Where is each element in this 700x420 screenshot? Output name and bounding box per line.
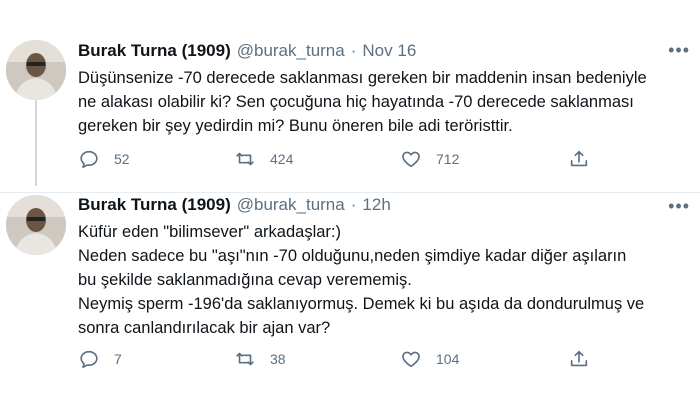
like-button[interactable]: 712 — [400, 148, 459, 170]
tweet-header: Burak Turna (1909) @burak_turna · Nov 16 — [78, 40, 416, 62]
tweet-text-line: Neymiş sperm -196'da saklanıyormuş. Deme… — [78, 295, 645, 313]
reply-button[interactable]: 7 — [78, 348, 122, 370]
author-name[interactable]: Burak Turna (1909) — [78, 41, 231, 61]
heart-icon — [402, 351, 420, 368]
tweet-text-line: Düşünsenize -70 derecede saklanması gere… — [78, 69, 647, 87]
retweet-count: 38 — [270, 351, 286, 367]
reply-count: 7 — [114, 351, 122, 367]
tweet-text-line: ne alakası olabilir ki? Sen çocuğuna hiç… — [78, 93, 634, 111]
tweet-text: Düşünsenize -70 derecede saklanması gere… — [78, 66, 690, 138]
retweet-count: 424 — [270, 151, 294, 167]
separator: · — [350, 41, 357, 60]
more-icon[interactable]: ••• — [668, 196, 690, 217]
tweet-text: Küfür eden "bilimsever" arkadaşlar:) Ned… — [78, 220, 690, 340]
tweet[interactable]: Burak Turna (1909) @burak_turna · Nov 16… — [0, 0, 700, 193]
more-icon[interactable]: ••• — [668, 40, 690, 61]
tweet-header: Burak Turna (1909) @burak_turna · 12h — [78, 194, 391, 216]
reply-button[interactable]: 52 — [78, 148, 130, 170]
tweet-text-line: bu şekilde saklanmadığına cevap verememi… — [78, 271, 412, 289]
retweet-button[interactable]: 424 — [234, 148, 293, 170]
tweet-text-line: gereken bir şey yedirdin mi? Bunu öneren… — [78, 117, 513, 135]
reply-icon — [80, 150, 98, 169]
avatar[interactable] — [6, 195, 66, 255]
retweet-button[interactable]: 38 — [234, 348, 286, 370]
share-icon — [570, 350, 588, 367]
share-button[interactable] — [568, 148, 590, 170]
share-icon — [570, 150, 588, 167]
retweet-icon — [236, 352, 254, 366]
timestamp[interactable]: Nov 16 — [362, 41, 416, 61]
tweet-text-line: Küfür eden "bilimsever" arkadaşlar:) — [78, 223, 341, 241]
share-button[interactable] — [568, 348, 590, 370]
separator: · — [350, 195, 357, 214]
tweet-text-line: sonra canlandırılacak bir ajan var? — [78, 319, 331, 337]
author-handle[interactable]: @burak_turna — [237, 195, 345, 215]
reply-count: 52 — [114, 151, 130, 167]
reply-icon — [80, 350, 98, 369]
author-handle[interactable]: @burak_turna — [237, 41, 345, 61]
tweet-actions: 52 424 712 — [78, 148, 598, 172]
avatar[interactable] — [6, 40, 66, 100]
timestamp[interactable]: 12h — [362, 195, 390, 215]
retweet-icon — [236, 152, 254, 166]
heart-icon — [402, 151, 420, 168]
like-button[interactable]: 104 — [400, 348, 459, 370]
like-count: 104 — [436, 351, 460, 367]
tweet-text-line: Neden sadece bu "aşı"nın -70 olduğunu,ne… — [78, 247, 627, 265]
author-name[interactable]: Burak Turna (1909) — [78, 195, 231, 215]
like-count: 712 — [436, 151, 460, 167]
tweet-actions: 7 38 104 — [78, 348, 598, 372]
